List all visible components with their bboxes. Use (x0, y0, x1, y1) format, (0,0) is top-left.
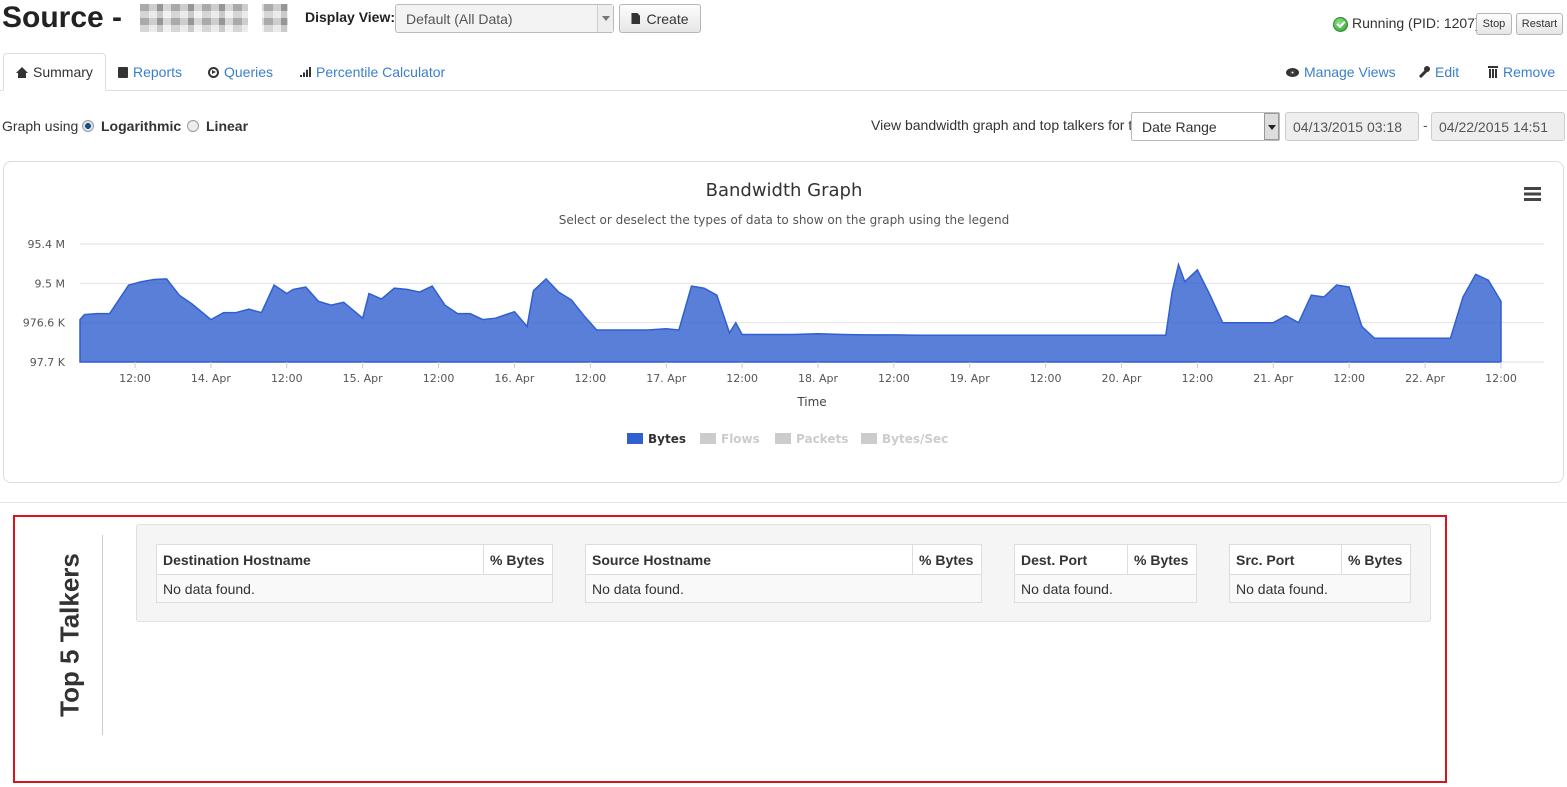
x-tick-label: 12:00 (726, 372, 758, 385)
legend-item-bytes[interactable]: Bytes (627, 432, 686, 446)
legend-item-flows[interactable]: Flows (700, 432, 760, 446)
bandwidth-chart: 95.4 M 9.5 M 976.6 K 97.7 K 12:00 14. Apr 12:… (23, 180, 1544, 446)
chart-menu-icon[interactable] (1524, 187, 1541, 201)
x-tick-label: 12:00 (1333, 372, 1365, 385)
table-header[interactable]: Src. Port (1229, 544, 1342, 575)
empty-message: No data found. (1229, 574, 1411, 603)
x-tick-label: 12:00 (1182, 372, 1214, 385)
table-header[interactable]: % Bytes (483, 544, 553, 575)
y-tick-label: 976.6 K (23, 317, 66, 330)
table-header[interactable]: % Bytes (912, 544, 982, 575)
x-tick-label: 20. Apr (1102, 372, 1142, 385)
destination-hostname-table: Destination Hostname % Bytes No data fou… (156, 544, 553, 603)
table-header[interactable]: % Bytes (1341, 544, 1411, 575)
y-tick-label: 97.7 K (30, 356, 66, 369)
x-tick-label: 16. Apr (494, 372, 534, 385)
x-tick-label: 12:00 (1030, 372, 1062, 385)
legend-swatch (775, 433, 791, 444)
empty-message: No data found. (1014, 574, 1197, 603)
chart-title: Bandwidth Graph (706, 180, 863, 201)
x-tick-label: 15. Apr (343, 372, 383, 385)
legend-swatch (861, 433, 877, 444)
x-tick-label: 19. Apr (950, 372, 990, 385)
x-tick-label: 12:00 (574, 372, 606, 385)
legend-label: Packets (796, 432, 848, 446)
dest-port-table: Dest. Port % Bytes No data found. (1014, 544, 1197, 603)
x-tick-label: 14. Apr (191, 372, 231, 385)
y-tick-label: 9.5 M (35, 277, 65, 290)
legend-label: Flows (721, 432, 760, 446)
legend-label: Bytes/Sec (882, 432, 948, 446)
table-header[interactable]: Dest. Port (1014, 544, 1128, 575)
legend-swatch (627, 433, 643, 444)
x-tick-label: 22. Apr (1405, 372, 1445, 385)
x-tick-label: 21. Apr (1253, 372, 1293, 385)
empty-message: No data found. (585, 574, 982, 603)
x-tick-label: 12:00 (1485, 372, 1517, 385)
chart-subtitle: Select or deselect the types of data to … (559, 213, 1010, 227)
top-talkers-title-column: Top 5 Talkers (35, 535, 103, 735)
src-port-table: Src. Port % Bytes No data found. (1229, 544, 1411, 603)
table-header[interactable]: Source Hostname (585, 544, 913, 575)
table-header[interactable]: Destination Hostname (156, 544, 484, 575)
legend-item-packets[interactable]: Packets (775, 432, 848, 446)
top-talkers-title: Top 5 Talkers (54, 553, 85, 717)
legend-item-bytes-sec[interactable]: Bytes/Sec (861, 432, 948, 446)
x-tick-label: 12:00 (271, 372, 303, 385)
table-header[interactable]: % Bytes (1127, 544, 1197, 575)
legend-swatch (700, 433, 716, 444)
x-axis-label: Time (796, 395, 826, 409)
legend-label: Bytes (648, 432, 686, 446)
bytes-series-area (79, 261, 1502, 363)
x-tick-label: 18. Apr (798, 372, 838, 385)
y-tick-label: 95.4 M (28, 238, 65, 251)
section-divider (0, 502, 1567, 503)
x-tick-label: 12:00 (878, 372, 910, 385)
x-tick-label: 12:00 (119, 372, 151, 385)
empty-message: No data found. (156, 574, 553, 603)
x-tick-label: 17. Apr (646, 372, 686, 385)
x-tick-label: 12:00 (423, 372, 455, 385)
source-hostname-table: Source Hostname % Bytes No data found. (585, 544, 982, 603)
